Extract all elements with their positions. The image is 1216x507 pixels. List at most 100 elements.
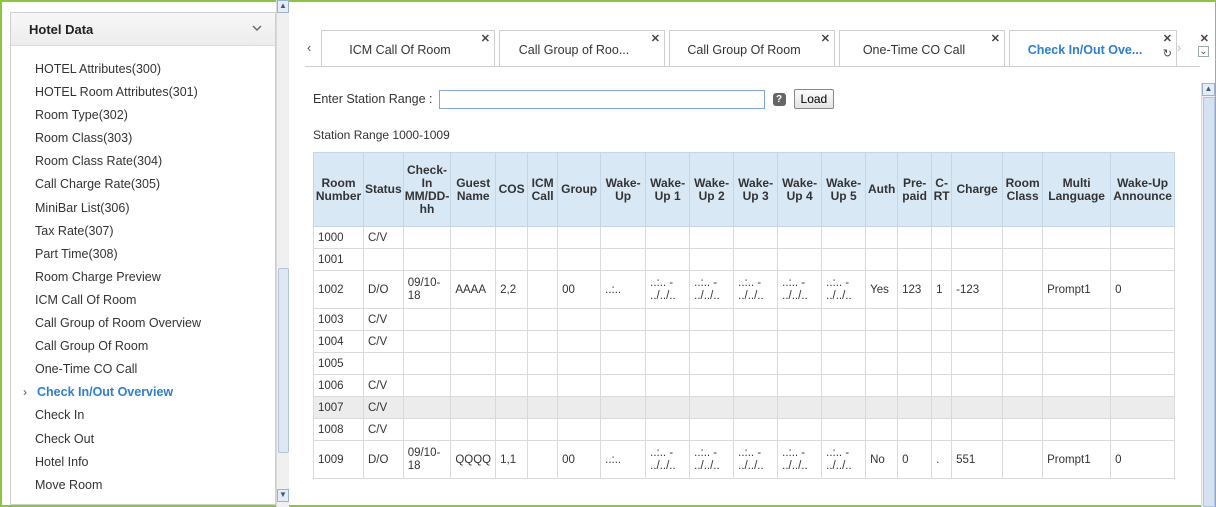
sidebar-item[interactable]: Room Charge Preview <box>11 266 275 289</box>
sidebar-header[interactable]: Hotel Data <box>11 13 275 46</box>
column-header[interactable]: C-RT <box>931 152 953 227</box>
table-cell <box>733 226 779 249</box>
column-header[interactable]: Group <box>557 152 602 227</box>
table-row[interactable]: 1001 <box>313 248 1176 271</box>
close-all-icon[interactable]: ✕ <box>1200 32 1209 45</box>
column-header[interactable]: Wake-Up 3 <box>733 152 779 227</box>
table-cell <box>931 374 953 397</box>
column-header[interactable]: COS <box>495 152 529 227</box>
column-header[interactable]: Auth <box>865 152 899 227</box>
table-cell <box>865 330 899 353</box>
tab[interactable]: Call Group of Roo... ✕ <box>499 30 665 66</box>
table-row[interactable]: 1000 C/V <box>313 226 1176 249</box>
help-icon[interactable]: ? <box>772 92 786 106</box>
column-header[interactable]: Guest Name <box>450 152 497 227</box>
sidebar-item[interactable]: MiniBar List(306) <box>11 197 275 220</box>
sidebar-item-label: Room Class(303) <box>35 131 133 146</box>
refresh-icon[interactable]: ↻ <box>1163 47 1172 60</box>
table-cell <box>865 396 899 419</box>
column-header[interactable]: Room Class <box>1002 152 1044 227</box>
sidebar-item-label: Hotel Info <box>35 454 89 469</box>
table-cell <box>1002 440 1044 479</box>
scroll-thumb[interactable] <box>278 268 289 453</box>
table-row[interactable]: 1004 C/V <box>313 330 1176 353</box>
table-row[interactable]: 1008 C/V <box>313 418 1176 441</box>
column-header[interactable]: Wake-Up Announce <box>1110 152 1176 227</box>
sidebar-item[interactable]: Call Charge Rate(305) <box>11 173 275 196</box>
column-header[interactable]: Multi Language <box>1042 152 1112 227</box>
sidebar-item[interactable]: Room Class Rate(304) <box>11 150 275 173</box>
sidebar-item[interactable]: Call Group of Room Overview <box>11 312 275 335</box>
column-header[interactable]: Wake-Up 1 <box>645 152 691 227</box>
column-header[interactable]: Wake-Up 2 <box>689 152 735 227</box>
close-icon[interactable]: ✕ <box>991 32 1000 45</box>
tab[interactable]: ICM Call Of Room ✕ <box>321 30 495 66</box>
table-row[interactable]: 1007 C/V <box>313 396 1176 419</box>
sidebar-item[interactable]: Room Type(302) <box>11 104 275 127</box>
main-scrollbar[interactable]: ▲ <box>1201 83 1215 507</box>
table-cell <box>1110 308 1176 331</box>
column-header[interactable]: Wake-Up 5 <box>821 152 867 227</box>
column-header[interactable]: Charge <box>951 152 1004 227</box>
table-row[interactable]: 1009 D/O 09/10-18 QQQQ 1,1 00..:....:.. - ../… <box>313 440 1176 479</box>
close-icon[interactable]: ✕ <box>651 32 660 45</box>
column-header[interactable]: ICM Call <box>527 152 559 227</box>
table-cell: -123 <box>951 270 1004 309</box>
table-cell <box>600 248 647 271</box>
table-cell: ..:.. - ../../.. <box>689 270 735 309</box>
close-icon[interactable]: ✕ <box>1163 32 1172 45</box>
sidebar-item[interactable]: Call Group Of Room <box>11 335 275 358</box>
sidebar-item[interactable]: Check In <box>11 404 275 427</box>
sidebar-item-label: Move Room <box>35 477 103 492</box>
sidebar-item[interactable]: › Check In/Out Overview <box>11 381 275 404</box>
sidebar-item[interactable]: One-Time CO Call <box>11 358 275 381</box>
table-cell <box>495 330 529 353</box>
table-cell <box>931 226 953 249</box>
column-header[interactable]: Check-In MM/DD-hh <box>402 152 452 227</box>
table-row[interactable]: 1006 C/V <box>313 374 1176 397</box>
scroll-thumb[interactable] <box>1203 97 1215 507</box>
column-header[interactable]: Room Number <box>313 152 364 227</box>
tab-label: Check In/Out Ove... <box>1027 43 1143 57</box>
column-header[interactable]: Wake-Up 4 <box>777 152 823 227</box>
close-icon[interactable]: ✕ <box>481 32 490 45</box>
sidebar-item[interactable]: HOTEL Attributes(300) <box>11 58 275 81</box>
scroll-down-icon[interactable]: ▼ <box>277 489 289 502</box>
station-range-input[interactable] <box>438 89 765 109</box>
sidebar-item[interactable]: Tax Rate(307) <box>11 220 275 243</box>
tab[interactable]: Check In/Out Ove... ✕ ↻ <box>1009 30 1177 66</box>
tab[interactable]: One-Time CO Call ✕ <box>839 30 1005 66</box>
scroll-up-icon[interactable]: ▲ <box>277 0 289 13</box>
column-header[interactable]: Status <box>363 152 404 227</box>
column-header[interactable]: Wake-Up <box>600 152 647 227</box>
table-row[interactable]: 1003 C/V <box>313 308 1176 331</box>
chevron-down-icon[interactable] <box>251 22 263 34</box>
load-button[interactable]: Load <box>793 89 835 109</box>
sidebar-item[interactable]: Check Out <box>11 428 275 451</box>
sidebar-scrollbar[interactable]: ▲ ▼ <box>276 0 289 507</box>
table-cell: Yes <box>865 270 899 309</box>
close-icon[interactable]: ✕ <box>821 32 830 45</box>
tab-prev-icon[interactable]: ‹ <box>307 40 311 55</box>
table-cell <box>821 352 867 375</box>
table-cell <box>951 352 1004 375</box>
table-cell <box>450 396 497 419</box>
table-cell <box>363 352 404 375</box>
scroll-up-icon[interactable]: ▲ <box>1202 83 1215 96</box>
table-cell <box>1042 226 1112 249</box>
table-row[interactable]: 1005 <box>313 352 1176 375</box>
sidebar-item[interactable]: ICM Call Of Room <box>11 289 275 312</box>
sidebar-item[interactable]: Hotel Info <box>11 451 275 474</box>
sidebar-item[interactable]: Room Class(303) <box>11 127 275 150</box>
station-range-label: Enter Station Range : <box>313 92 433 106</box>
table-row[interactable]: 1002 D/O 09/10-18 AAAA 2,2 00..:....:.. - ../… <box>313 270 1176 309</box>
sidebar-item[interactable]: HOTEL Room Attributes(301) <box>11 81 275 104</box>
tab-list-dropdown-icon[interactable]: ⌄ <box>1198 46 1209 57</box>
sidebar-item[interactable]: Move Room <box>11 474 275 497</box>
table-cell <box>402 308 452 331</box>
sidebar-item[interactable]: Part Time(308) <box>11 243 275 266</box>
tab-next-icon[interactable]: › <box>1177 40 1181 55</box>
table-cell <box>450 374 497 397</box>
tab[interactable]: Call Group Of Room ✕ <box>669 30 835 66</box>
column-header[interactable]: Pre-paid <box>897 152 933 227</box>
